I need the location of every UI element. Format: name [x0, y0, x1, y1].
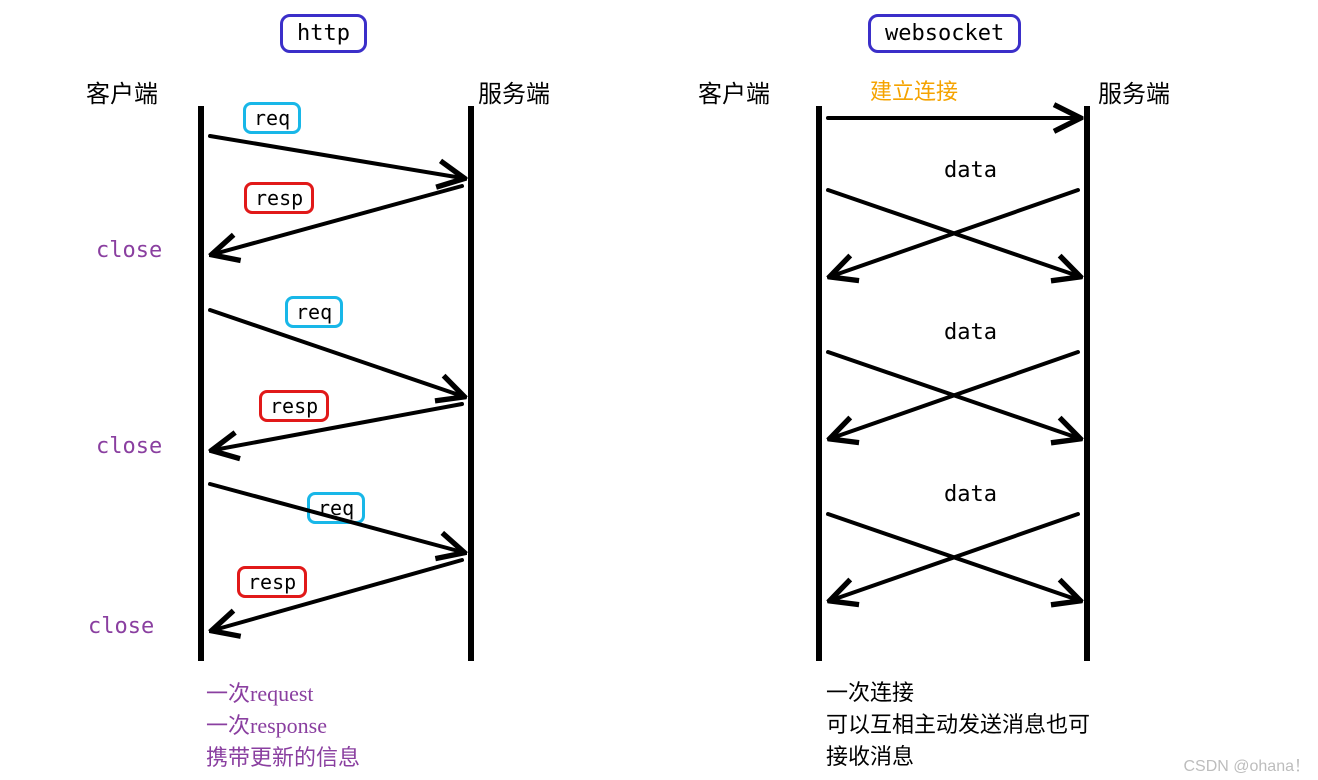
http-close-1: close [96, 238, 162, 263]
http-close-3: close [88, 614, 154, 639]
http-resp-3: resp [237, 566, 307, 598]
http-note-3: 携带更新的信息 [206, 740, 360, 772]
ws-connect-label: 建立连接 [870, 74, 958, 106]
ws-server-lifeline [1084, 106, 1090, 661]
http-req-2: req [285, 296, 343, 328]
http-client-label: 客户端 [86, 74, 158, 109]
http-close-2: close [96, 434, 162, 459]
http-title: http [297, 21, 350, 46]
ws-title: websocket [885, 21, 1004, 46]
ws-note-1: 一次连接 [826, 676, 914, 709]
http-req-3: req [307, 492, 365, 524]
ws-title-box: websocket [868, 14, 1021, 53]
ws-data-3: data [944, 482, 997, 507]
http-server-lifeline [468, 106, 474, 661]
http-note-2: 一次response [206, 708, 327, 740]
ws-data-2: data [944, 320, 997, 345]
http-req-1: req [243, 102, 301, 134]
ws-data-1: data [944, 158, 997, 183]
watermark: CSDN @ohana！ [1183, 752, 1310, 776]
http-title-box: http [280, 14, 367, 53]
ws-server-label: 服务端 [1098, 74, 1170, 109]
http-server-label: 服务端 [478, 74, 550, 109]
ws-note-2: 可以互相主动发送消息也可 [826, 708, 1090, 741]
ws-client-lifeline [816, 106, 822, 661]
http-note-1: 一次request [206, 676, 314, 708]
ws-note-3: 接收消息 [826, 740, 914, 773]
ws-client-label: 客户端 [698, 74, 770, 109]
http-resp-1: resp [244, 182, 314, 214]
http-client-lifeline [198, 106, 204, 661]
http-resp-2: resp [259, 390, 329, 422]
